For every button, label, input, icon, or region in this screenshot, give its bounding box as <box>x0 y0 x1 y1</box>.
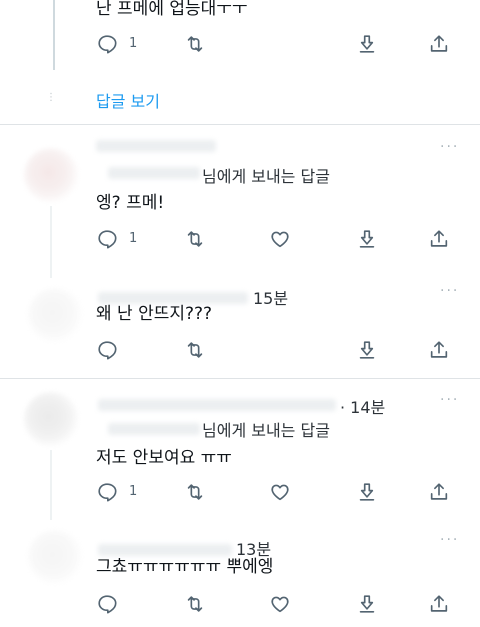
more-options-button[interactable]: ··· <box>440 392 459 408</box>
reply-to-label: 님에게 보내는 답글 <box>202 167 330 186</box>
reply-to-label: 님에게 보내는 답글 <box>202 421 330 440</box>
avatar <box>24 148 78 202</box>
reply-icon[interactable] <box>96 339 118 361</box>
timestamp: 15분 <box>253 289 289 308</box>
timestamp: · 14분 <box>340 398 386 417</box>
share-icon[interactable] <box>428 481 450 503</box>
reply-count: 1 <box>129 36 138 51</box>
download-icon[interactable] <box>356 339 378 361</box>
tweet-text: 그쵸ㅠㅠㅠㅠㅠㅠ 뿌에엥 <box>96 557 274 577</box>
avatar <box>28 530 82 584</box>
like-icon[interactable] <box>269 228 291 250</box>
username-redacted <box>98 544 232 556</box>
reply-icon[interactable] <box>96 593 118 615</box>
divider <box>0 378 480 379</box>
more-options-button[interactable]: ··· <box>440 283 459 299</box>
retweet-icon[interactable] <box>184 481 206 503</box>
download-icon[interactable] <box>356 33 378 55</box>
download-icon[interactable] <box>356 593 378 615</box>
reply-count: 1 <box>129 484 138 499</box>
avatar <box>24 392 78 446</box>
like-icon[interactable] <box>269 593 291 615</box>
tweet-text: 난 프메에 업능대ㅜㅜ <box>96 0 248 19</box>
retweet-icon[interactable] <box>184 33 206 55</box>
thread-line <box>53 0 55 70</box>
show-replies-link[interactable]: 답글 보기 <box>96 88 160 112</box>
username-redacted <box>96 140 216 152</box>
download-icon[interactable] <box>356 481 378 503</box>
share-icon[interactable] <box>428 339 450 361</box>
tweet-text: 저도 안보여요 ㅠㅠ <box>96 448 232 468</box>
reply-icon[interactable] <box>96 228 118 250</box>
username-redacted <box>98 399 336 411</box>
avatar <box>28 288 82 342</box>
reply-icon[interactable] <box>96 481 118 503</box>
share-icon[interactable] <box>428 593 450 615</box>
more-options-button[interactable]: ··· <box>440 139 459 155</box>
reply-icon[interactable] <box>96 33 118 55</box>
thread-line <box>50 450 52 520</box>
reply-to-user-redacted <box>108 167 200 179</box>
reply-to-user-redacted <box>108 423 200 435</box>
retweet-icon[interactable] <box>184 593 206 615</box>
download-icon[interactable] <box>356 228 378 250</box>
tweet-text: 왜 난 안뜨지??? <box>96 304 213 324</box>
thread-line <box>50 206 52 278</box>
like-icon[interactable] <box>269 481 291 503</box>
divider <box>0 124 480 125</box>
tweet-text: 엥? 프메! <box>96 193 165 213</box>
share-icon[interactable] <box>428 228 450 250</box>
thread-dots: ⋮ <box>46 92 58 103</box>
retweet-icon[interactable] <box>184 228 206 250</box>
more-options-button[interactable]: ··· <box>440 532 459 548</box>
reply-count: 1 <box>129 231 138 246</box>
retweet-icon[interactable] <box>184 339 206 361</box>
share-icon[interactable] <box>428 33 450 55</box>
